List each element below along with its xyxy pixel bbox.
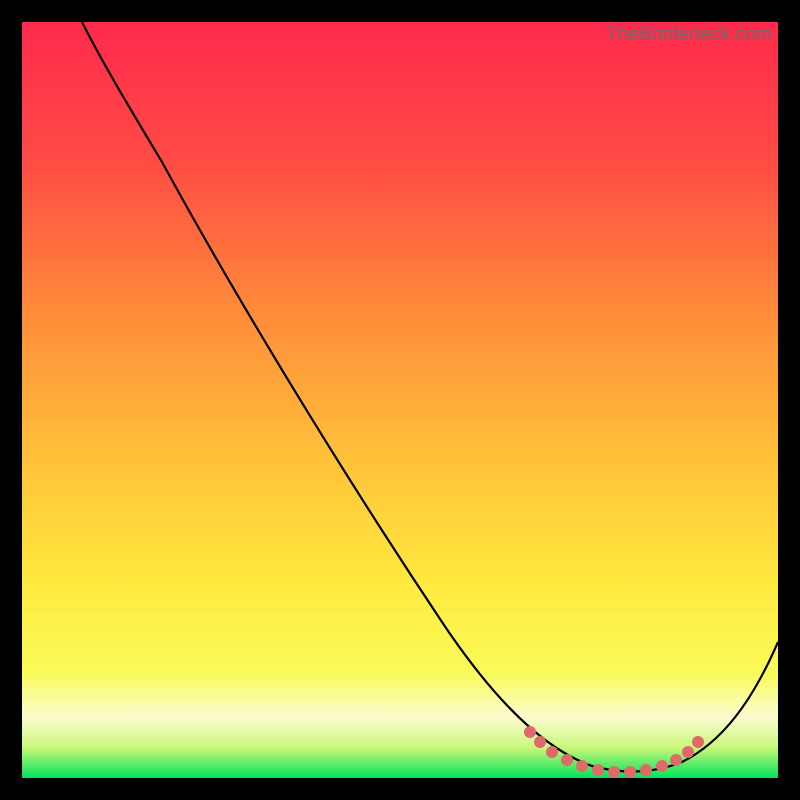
watermark-text: TheBottleneck.com	[606, 24, 772, 46]
gradient-background	[22, 22, 778, 778]
chart-frame: TheBottleneck.com	[22, 22, 778, 778]
plot-area	[22, 22, 778, 778]
chart-svg	[22, 22, 778, 778]
